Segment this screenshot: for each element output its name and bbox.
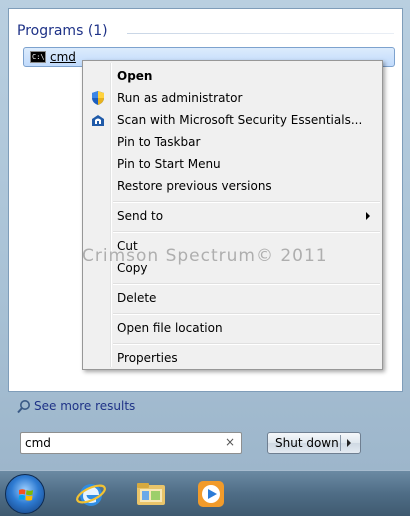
menu-item-properties[interactable]: Properties: [85, 347, 380, 369]
search-box[interactable]: ×: [20, 432, 242, 454]
start-orb[interactable]: [5, 474, 45, 514]
menu-item-pin-to-start-menu[interactable]: Pin to Start Menu: [85, 153, 380, 175]
clear-search-icon[interactable]: ×: [225, 435, 235, 449]
menu-separator: [113, 313, 380, 315]
menu-item-label: Pin to Taskbar: [117, 135, 201, 149]
shutdown-options-arrow-icon[interactable]: [347, 439, 351, 447]
menu-item-label: Send to: [117, 209, 164, 223]
menu-separator: [113, 343, 380, 345]
search-input[interactable]: [25, 435, 215, 451]
menu-item-pin-to-taskbar[interactable]: Pin to Taskbar: [85, 131, 380, 153]
menu-item-restore-previous-versions[interactable]: Restore previous versions: [85, 175, 380, 197]
menu-item-label: Open file location: [117, 321, 223, 335]
menu-item-delete[interactable]: Delete: [85, 287, 380, 309]
uac-shield-icon: [92, 91, 104, 105]
menu-item-run-as-administrator[interactable]: Run as administrator: [85, 87, 380, 109]
menu-separator: [113, 201, 380, 203]
windows-explorer-icon[interactable]: [134, 477, 168, 511]
menu-item-label: Pin to Start Menu: [117, 157, 221, 171]
menu-item-open-file-location[interactable]: Open file location: [85, 317, 380, 339]
submenu-arrow-icon: [366, 212, 370, 220]
windows-logo-icon: [18, 489, 33, 501]
menu-item-open[interactable]: Open: [85, 65, 380, 87]
menu-separator: [113, 231, 380, 233]
menu-item-send-to[interactable]: Send to: [85, 205, 380, 227]
taskbar: [0, 470, 410, 516]
shutdown-button[interactable]: Shut down: [267, 432, 361, 454]
menu-separator: [113, 283, 380, 285]
watermark-text: Crimson Spectrum© 2011: [82, 246, 328, 266]
shutdown-split-divider: [340, 435, 341, 451]
menu-item-label: Scan with Microsoft Security Essentials.…: [117, 113, 363, 127]
menu-item-label: Open: [117, 69, 153, 83]
menu-item-label: Properties: [117, 351, 178, 365]
internet-explorer-icon[interactable]: [74, 477, 108, 511]
menu-item-scan-security-essentials[interactable]: Scan with Microsoft Security Essentials.…: [85, 109, 380, 131]
context-menu: Open Run as administrator Scan with Micr…: [82, 60, 383, 370]
group-header-programs: Programs (1): [17, 23, 108, 39]
result-item-label: cmd: [50, 50, 76, 64]
cmd-console-icon: C:\: [30, 51, 46, 63]
search-icon: [17, 400, 30, 414]
menu-item-label: Delete: [117, 291, 157, 305]
see-more-results-label: See more results: [34, 399, 136, 413]
menu-item-label: Run as administrator: [117, 91, 243, 105]
shutdown-label: Shut down: [275, 436, 339, 450]
security-essentials-icon: [92, 115, 104, 126]
menu-item-label: Restore previous versions: [117, 179, 272, 193]
media-player-icon[interactable]: [194, 477, 228, 511]
group-divider: [127, 33, 394, 34]
